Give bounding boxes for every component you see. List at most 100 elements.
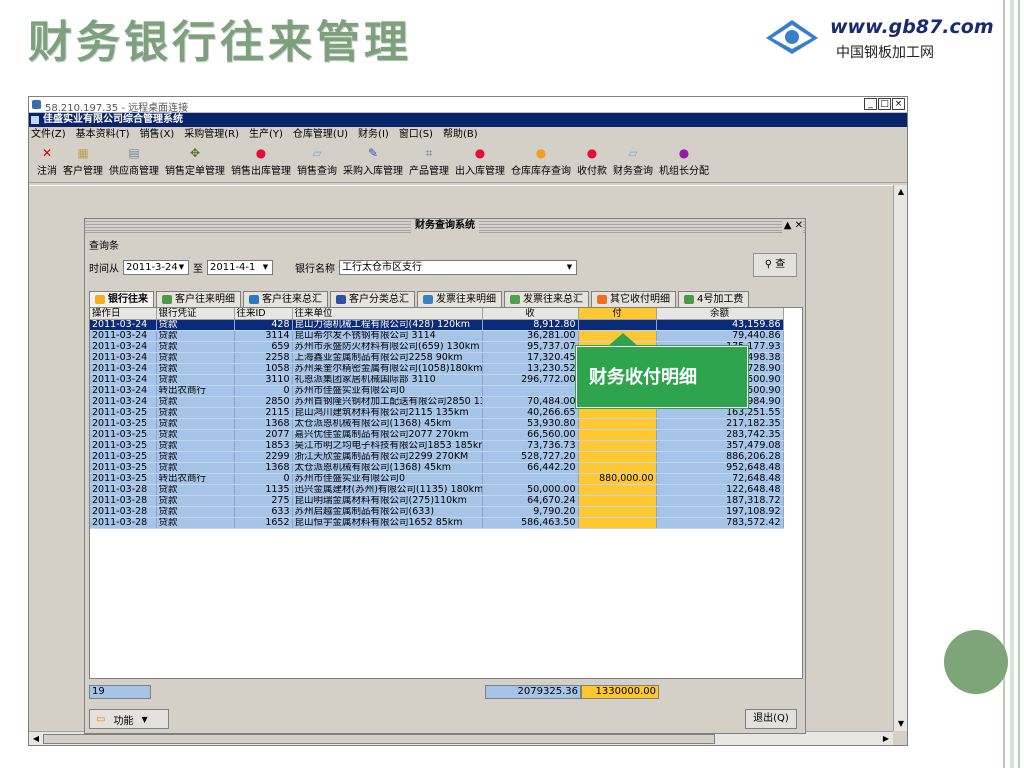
minimize-button[interactable]: _ xyxy=(864,98,877,110)
tab-label: 发票往来总汇 xyxy=(523,294,583,305)
table-row[interactable]: 2011-03-25 贷款 2077 嘉兴优佳金属制品有限公司2077 270km 66… xyxy=(90,429,784,441)
scroll-up-icon[interactable]: ▲ xyxy=(894,185,908,199)
toolbar-button[interactable]: ● 收付款 xyxy=(577,143,607,182)
toolbar-button[interactable]: ▱ 财务查询 xyxy=(613,143,653,182)
menu-item[interactable]: 帮助(B) xyxy=(443,127,478,143)
scroll-left-icon[interactable]: ◀ xyxy=(29,732,43,746)
table-cell: 贷款 xyxy=(156,396,235,408)
toolbar-button[interactable]: ▱ 销售查询 xyxy=(297,143,337,182)
table-cell: 528,727.20 xyxy=(482,451,579,463)
table-cell: 70,484.00 xyxy=(482,396,579,408)
toolbar-button[interactable]: ▤ 供应商管理 xyxy=(109,143,159,182)
table-cell: 苏州市永盛防火材料有限公司(659) 130km xyxy=(292,341,483,353)
toolbar-button[interactable]: ✎ 采购入库管理 xyxy=(343,143,403,182)
table-cell: 0 xyxy=(234,473,293,485)
scroll-down-icon[interactable]: ▼ xyxy=(894,717,908,731)
toolbar-button[interactable]: ✥ 销售定单管理 xyxy=(165,143,225,182)
table-row[interactable]: 2011-03-25 贷款 1853 吴江市明之均电子科技有限公司1853 185km… xyxy=(90,440,784,452)
toolbar-button[interactable]: ● 出入库管理 xyxy=(455,143,505,182)
table-cell: 迅兴金属建材(苏州)有限公司(1135) 180km xyxy=(292,484,483,496)
column-header[interactable]: 收 xyxy=(482,308,579,320)
menu-item[interactable]: 销售(X) xyxy=(140,127,175,143)
tab[interactable]: 4号加工费 xyxy=(678,291,750,307)
toolbar-button[interactable]: ⌗ 产品管理 xyxy=(409,143,449,182)
chevron-down-icon[interactable]: ▼ xyxy=(563,261,576,274)
toolbar-button[interactable]: ● 机组长分配 xyxy=(659,143,709,182)
child-window-controls[interactable]: ▲ ✕ xyxy=(781,219,803,233)
tab[interactable]: 其它收付明细 xyxy=(591,291,676,307)
menu-item[interactable]: 文件(Z) xyxy=(31,127,66,143)
menu-item[interactable]: 窗口(S) xyxy=(399,127,433,143)
toolbar-button[interactable]: ✕ 注消 xyxy=(37,143,57,182)
table-row[interactable]: 2011-03-28 贷款 275 昆山明瑞金属材料有限公司(275)110km 64,… xyxy=(90,495,784,507)
column-header[interactable]: 余额 xyxy=(656,308,784,320)
toolbar-button[interactable]: ▦ 客户管理 xyxy=(63,143,103,182)
column-header[interactable]: 付 xyxy=(578,308,657,320)
maximize-button[interactable]: □ xyxy=(878,98,891,110)
column-header[interactable]: 往来单位 xyxy=(292,308,483,320)
chevron-down-icon[interactable]: ▼ xyxy=(175,261,188,274)
menu-item[interactable]: 基本资料(T) xyxy=(76,127,130,143)
table-row[interactable]: 2011-03-24 贷款 3114 昆山希尔发不锈钢有限公司 3114 36,281.… xyxy=(90,330,784,342)
menu-item[interactable]: 采购管理(R) xyxy=(184,127,239,143)
table-cell: 53,930.80 xyxy=(482,418,579,430)
table-cell: 659 xyxy=(234,341,293,353)
table-row[interactable]: 2011-03-25 转出农商行 0 苏州市佳盛实业有限公司0 880,000.00 72… xyxy=(90,473,784,485)
table-cell: 1135 xyxy=(234,484,293,496)
finance-query-window: 财务查询系统 ▲ ✕ 查询条 时间从 2011-3-24 ▼ 至 2011-4-… xyxy=(84,218,806,734)
table-row[interactable]: 2011-03-25 贷款 2299 浙江天欣金属制品有限公司2299 270KM 52… xyxy=(90,451,784,463)
date-from-field[interactable]: 2011-3-24 ▼ xyxy=(123,259,189,275)
tab[interactable]: 发票往来明细 xyxy=(417,291,502,307)
menu-item[interactable]: 财务(I) xyxy=(358,127,389,143)
page-icon: ▱ xyxy=(628,146,638,160)
close-button[interactable]: × xyxy=(892,98,905,110)
scroll-thumb[interactable] xyxy=(43,734,715,744)
table-cell: 昆山力德机械工程有限公司(428) 120km xyxy=(292,319,483,331)
tab[interactable]: 客户往来明细 xyxy=(156,291,241,307)
table-cell: 9,790.20 xyxy=(482,506,579,518)
date-from-label: 时间从 xyxy=(89,263,119,275)
window-buttons: _ □ × xyxy=(864,98,905,110)
tab[interactable]: 银行往来 xyxy=(89,291,154,307)
table-row[interactable]: 2011-03-28 贷款 633 苏州启越金属制品有限公司(633) 9,790.20… xyxy=(90,506,784,518)
tab[interactable]: 客户分类总汇 xyxy=(330,291,415,307)
table-cell xyxy=(578,429,657,441)
scroll-right-icon[interactable]: ▶ xyxy=(879,732,893,746)
table-row[interactable]: 2011-03-28 贷款 1135 迅兴金属建材(苏州)有限公司(1135) 180… xyxy=(90,484,784,496)
vertical-scrollbar[interactable]: ▲ ▼ xyxy=(893,185,907,731)
table-cell: 13,230.52 xyxy=(482,363,579,375)
column-header[interactable]: 操作日 xyxy=(90,308,157,320)
menu-item[interactable]: 仓库管理(U) xyxy=(293,127,348,143)
table-cell: 苏州莱奎尔精密金属有限公司(1058)180km xyxy=(292,363,483,375)
column-header[interactable]: 银行凭证 xyxy=(156,308,235,320)
chevron-down-icon[interactable]: ▼ xyxy=(259,261,272,274)
bank-select[interactable]: 工行太仓市区支行 ▼ xyxy=(339,259,577,275)
search-button[interactable]: ⚲ 查 xyxy=(753,253,797,277)
toolbar-button[interactable]: ● 销售出库管理 xyxy=(231,143,291,182)
table-row[interactable]: 2011-03-25 贷款 1368 太仓派恩机械有限公司(1368) 45km 66,… xyxy=(90,462,784,474)
table-row[interactable]: 2011-03-25 贷款 2115 昆山鸿川建筑材料有限公司2115 135km 40… xyxy=(90,407,784,419)
tab[interactable]: 客户往来总汇 xyxy=(243,291,328,307)
date-to-field[interactable]: 2011-4-1 ▼ xyxy=(207,259,273,275)
table-cell: 0 xyxy=(234,385,293,397)
menu-item[interactable]: 生产(Y) xyxy=(249,127,283,143)
table-cell: 2011-03-24 xyxy=(90,374,157,386)
table-cell: 3110 xyxy=(234,374,293,386)
column-header[interactable]: 往来ID xyxy=(234,308,293,320)
table-row[interactable]: 2011-03-24 贷款 428 昆山力德机械工程有限公司(428) 120km 8,… xyxy=(90,319,784,331)
tab-icon xyxy=(336,295,346,304)
rdp-title: 58.210.197.35 - 远程桌面连接 xyxy=(45,103,189,114)
exit-button[interactable]: 退出(Q) xyxy=(745,709,797,729)
table-row[interactable]: 2011-03-28 贷款 1652 昆山恒宇金属材料有限公司1652 85km 586… xyxy=(90,517,784,529)
function-menu-button[interactable]: ▭ 功能 ▼ xyxy=(89,709,169,729)
app-title: 佳盛实业有限公司综合管理系统 xyxy=(43,114,183,125)
table-cell: 783,572.42 xyxy=(656,517,784,529)
toolbar-button-label: 客户管理 xyxy=(63,166,103,177)
tab[interactable]: 发票往来总汇 xyxy=(504,291,589,307)
toolbar-button[interactable]: ● 仓库库存查询 xyxy=(511,143,571,182)
toolbar-button-label: 收付款 xyxy=(577,166,607,177)
table-row[interactable]: 2011-03-25 贷款 1368 太仓派恩机械有限公司(1368) 45km 53,… xyxy=(90,418,784,430)
table-cell: 转出农商行 xyxy=(156,385,235,397)
toolbar-button-label: 采购入库管理 xyxy=(343,166,403,177)
table-cell: 嘉兴优佳金属制品有限公司2077 270km xyxy=(292,429,483,441)
